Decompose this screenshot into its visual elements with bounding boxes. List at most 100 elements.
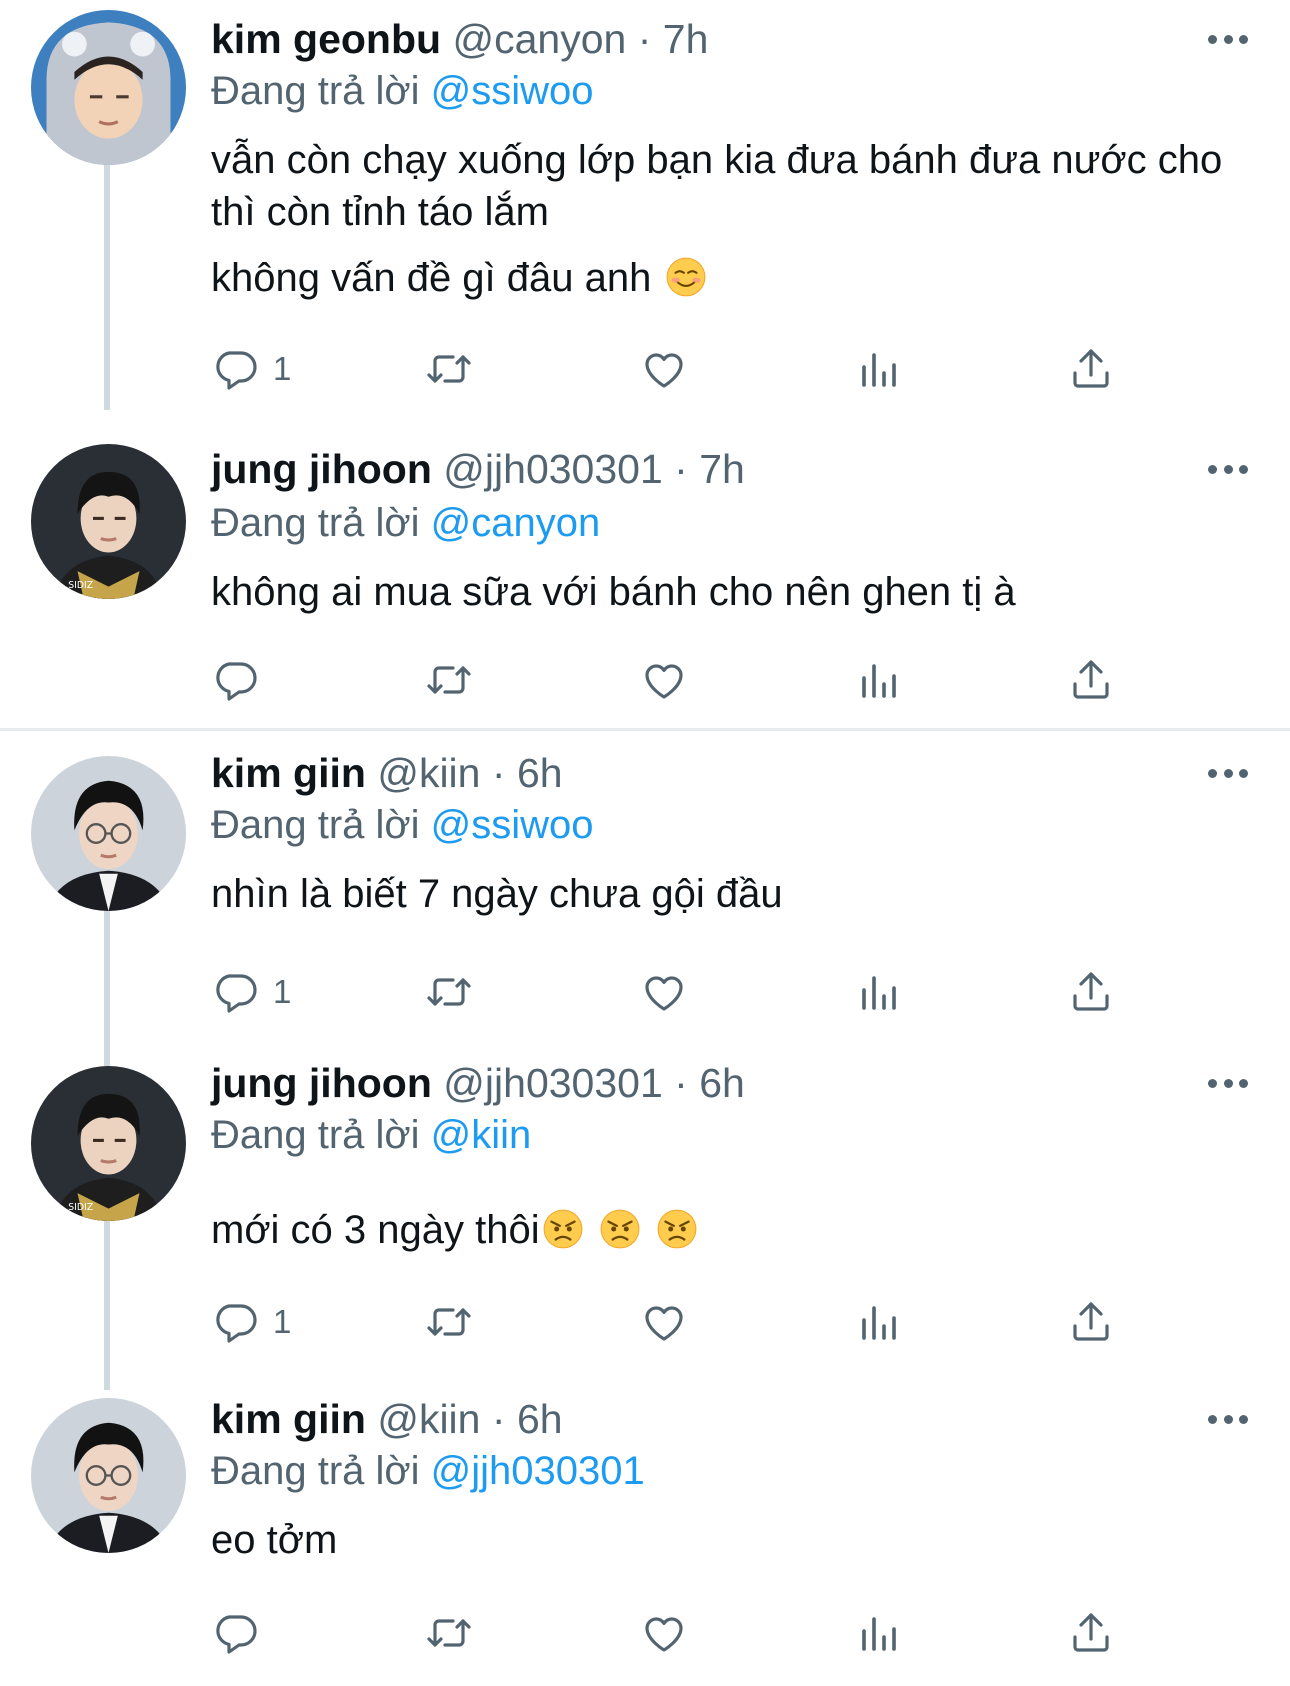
mention-link[interactable]: @canyon (431, 501, 601, 545)
share-icon (1067, 1298, 1115, 1346)
analytics-icon (854, 345, 902, 393)
timestamp[interactable]: 7h (699, 446, 745, 492)
share-button[interactable] (1067, 344, 1115, 394)
analytics-icon (854, 656, 902, 704)
avatar[interactable]: SIDIZ (31, 1066, 186, 1221)
reply-icon (211, 345, 259, 393)
reply-count: 1 (273, 1303, 292, 1340)
mention-link[interactable]: @jjh030301 (431, 1449, 645, 1493)
analytics-button[interactable] (854, 967, 902, 1017)
retweet-icon (425, 656, 473, 704)
more-icon[interactable] (1208, 767, 1248, 779)
reply-button[interactable] (211, 655, 273, 705)
author-name[interactable]: kim geonbu (211, 16, 441, 62)
retweet-button[interactable] (425, 1297, 473, 1347)
action-bar: 1 (211, 1297, 1131, 1347)
tweet-paragraph: eo tởm (211, 1518, 338, 1562)
avatar[interactable]: SIDIZ (31, 444, 186, 599)
analytics-button[interactable] (854, 344, 902, 394)
share-button[interactable] (1067, 1608, 1115, 1658)
avatar[interactable] (31, 10, 186, 165)
like-icon (640, 1609, 688, 1657)
share-button[interactable] (1067, 1297, 1115, 1347)
timestamp[interactable]: 6h (699, 1060, 745, 1106)
separator-dot: · (637, 16, 652, 62)
analytics-button[interactable] (854, 655, 902, 705)
reply-button[interactable]: 1 (211, 344, 291, 394)
more-icon[interactable] (1208, 463, 1248, 475)
replying-to: Đang trả lời @jjh030301 (211, 1444, 645, 1498)
avatar[interactable] (31, 756, 186, 911)
like-button[interactable] (640, 344, 688, 394)
mention-link[interactable]: @ssiwoo (431, 803, 594, 847)
author-handle[interactable]: @jjh030301 (443, 1060, 662, 1106)
share-icon (1067, 656, 1115, 704)
tweet-text: nhìn là biết 7 ngày chưa gội đầu (211, 868, 1251, 920)
tweet[interactable]: SIDIZ jung jihoon @jjh030301 · 6h Đang t… (0, 1052, 1290, 1392)
angry-face-emoji (599, 1208, 641, 1250)
reply-icon (211, 1298, 259, 1346)
share-button[interactable] (1067, 967, 1115, 1017)
retweet-button[interactable] (425, 1608, 473, 1658)
retweet-icon (425, 345, 473, 393)
tweet-paragraph: mới có 3 ngày thôi (211, 1208, 540, 1252)
replying-prefix: Đang trả lời (211, 69, 420, 113)
author-name[interactable]: kim giin (211, 750, 366, 796)
share-icon (1067, 1609, 1115, 1657)
reply-button[interactable]: 1 (211, 967, 291, 1017)
share-button[interactable] (1067, 655, 1115, 705)
action-bar: 1 (211, 967, 1131, 1017)
timestamp[interactable]: 6h (517, 1396, 563, 1442)
like-button[interactable] (640, 1297, 688, 1347)
tweet[interactable]: kim geonbu @canyon · 7h Đang trả lời @ss… (0, 0, 1290, 430)
timestamp[interactable]: 6h (517, 750, 563, 796)
tweet-paragraph: vẫn còn chạy xuống lớp bạn kia đưa bánh … (211, 138, 1223, 234)
like-button[interactable] (640, 967, 688, 1017)
smiling-face-emoji (665, 256, 707, 298)
tweet[interactable]: kim giin @kiin · 6h Đang trả lời @jjh030… (0, 1392, 1290, 1686)
analytics-button[interactable] (854, 1608, 902, 1658)
separator-dot: · (674, 446, 688, 492)
replying-prefix: Đang trả lời (211, 501, 420, 545)
reply-count: 1 (273, 973, 292, 1010)
retweet-button[interactable] (425, 655, 473, 705)
action-bar (211, 1608, 1131, 1658)
share-icon (1067, 345, 1115, 393)
like-button[interactable] (640, 655, 688, 705)
tweet-paragraph: không ai mua sữa với bánh cho nên ghen t… (211, 570, 1016, 614)
tweet[interactable]: SIDIZ jung jihoon @jjh030301 · 7h Đang t… (0, 430, 1290, 730)
retweet-button[interactable] (425, 967, 473, 1017)
more-icon[interactable] (1208, 33, 1248, 45)
analytics-button[interactable] (854, 1297, 902, 1347)
tweet-paragraph: nhìn là biết 7 ngày chưa gội đầu (211, 872, 783, 916)
share-icon (1067, 968, 1115, 1016)
reply-icon (211, 656, 259, 704)
more-icon[interactable] (1208, 1413, 1248, 1425)
retweet-button[interactable] (425, 344, 473, 394)
like-button[interactable] (640, 1608, 688, 1658)
author-handle[interactable]: @kiin (377, 1396, 480, 1442)
mention-link[interactable]: @kiin (431, 1113, 532, 1157)
mention-link[interactable]: @ssiwoo (431, 69, 594, 113)
like-icon (640, 345, 688, 393)
author-name[interactable]: jung jihoon (211, 1060, 432, 1106)
retweet-icon (425, 1609, 473, 1657)
svg-text:SIDIZ: SIDIZ (68, 1202, 93, 1213)
separator-dot: · (674, 1060, 688, 1106)
reply-icon (211, 1609, 259, 1657)
author-handle[interactable]: @kiin (377, 750, 480, 796)
reply-button[interactable]: 1 (211, 1297, 291, 1347)
reply-button[interactable] (211, 1608, 273, 1658)
avatar[interactable] (31, 1398, 186, 1553)
timestamp[interactable]: 7h (663, 16, 709, 62)
separator-dot: · (491, 750, 506, 796)
tweet[interactable]: kim giin @kiin · 6h Đang trả lời @ssiwoo… (0, 742, 1290, 1052)
tweet-text: vẫn còn chạy xuống lớp bạn kia đưa bánh … (211, 134, 1251, 304)
retweet-icon (425, 968, 473, 1016)
author-name[interactable]: jung jihoon (211, 446, 432, 492)
more-icon[interactable] (1208, 1077, 1248, 1089)
author-handle[interactable]: @canyon (452, 16, 626, 62)
author-handle[interactable]: @jjh030301 (443, 446, 662, 492)
replying-prefix: Đang trả lời (211, 1449, 420, 1493)
author-name[interactable]: kim giin (211, 1396, 366, 1442)
